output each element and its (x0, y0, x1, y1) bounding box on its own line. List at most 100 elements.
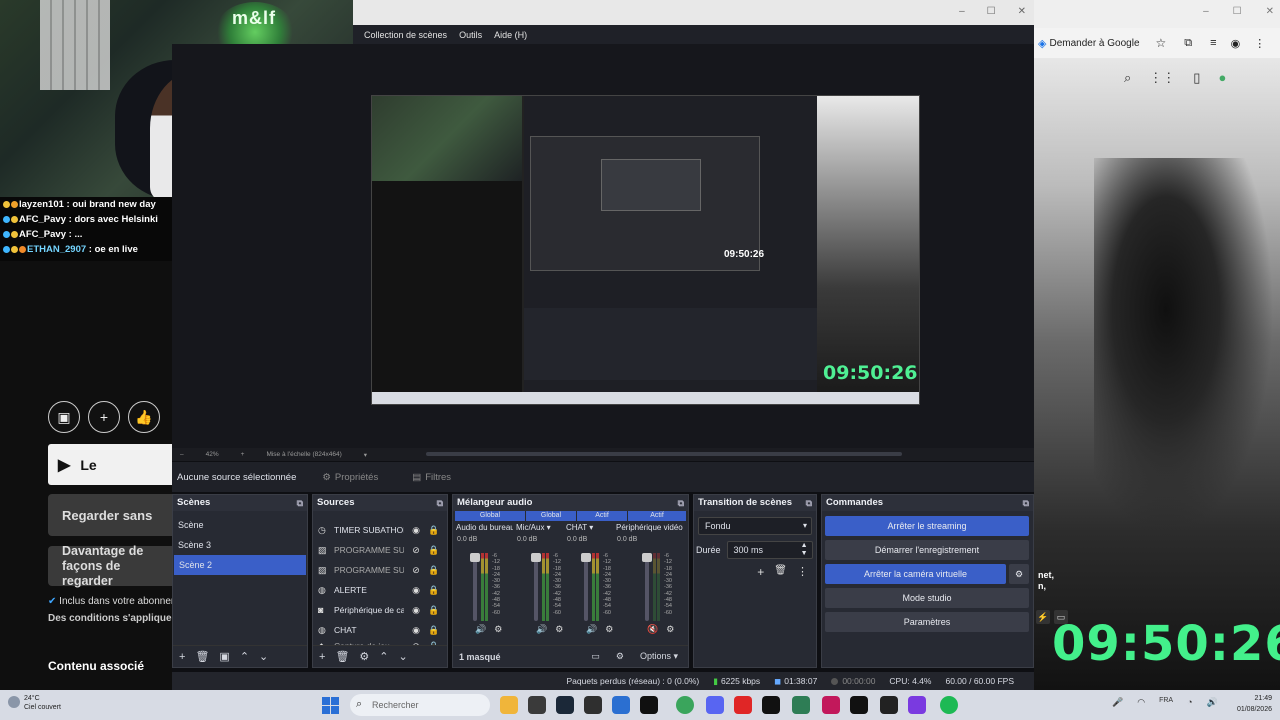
lang-indicator[interactable]: FRA (1159, 697, 1173, 708)
channel-name[interactable]: Périphérique vidéo (613, 523, 683, 532)
duration-input[interactable]: 300 ms ▲ ▼ (726, 541, 813, 559)
channel-name[interactable]: Audio du bureau ▾ (453, 523, 513, 532)
taskbar-app-icon[interactable] (528, 696, 546, 714)
muted-speaker-icon[interactable]: 🔇 (647, 624, 658, 635)
gear-icon[interactable]: ⚙ (616, 651, 624, 662)
taskbar-app-icon[interactable] (500, 696, 518, 714)
channel-name[interactable]: Mic/Aux ▾ (513, 523, 563, 532)
wifi-icon[interactable]: ◔ (1187, 697, 1192, 708)
maximize-icon[interactable]: ☐ (1233, 6, 1242, 17)
watch-free-button[interactable]: Regarder sans (48, 494, 172, 536)
channel-name[interactable]: CHAT ▾ (563, 523, 613, 532)
move-up-icon[interactable]: ⌃ (379, 650, 388, 663)
audio-app-icon[interactable] (792, 696, 810, 714)
volume-knob[interactable] (642, 553, 652, 562)
volume-slider[interactable] (473, 553, 477, 621)
extensions-icon[interactable]: ⧉ (1184, 37, 1192, 50)
clock-area[interactable]: 21:49 01/08/2026 (1237, 693, 1272, 715)
gear-icon[interactable]: ⚙ (359, 650, 369, 663)
gear-icon[interactable]: ⚙ (666, 624, 674, 635)
speaker-icon[interactable]: 🔊 (475, 624, 486, 635)
source-item[interactable]: ◍ ALERTE ◉ 🔒 (313, 580, 447, 600)
obs-icon[interactable] (584, 696, 602, 714)
add-icon[interactable]: + (88, 401, 120, 433)
lock-icon[interactable]: 🔒 (428, 565, 440, 576)
youtube-icon[interactable] (734, 696, 752, 714)
search-icon[interactable]: ⌕ (1124, 70, 1131, 86)
lock-icon[interactable]: 🔒 (428, 525, 440, 536)
popout-icon[interactable]: ⧉ (437, 495, 443, 511)
discord-icon[interactable] (706, 696, 724, 714)
gear-icon[interactable]: ⚙ (555, 624, 563, 635)
scale-label[interactable]: Mise à l'échelle (824x464) (266, 451, 341, 458)
add-icon[interactable]: + (319, 651, 325, 663)
taskbar-app-icon[interactable] (908, 696, 926, 714)
google-lens-icon[interactable]: ◈ (1038, 37, 1046, 50)
chrome-icon[interactable] (676, 696, 694, 714)
popout-icon[interactable]: ⧉ (806, 495, 812, 511)
source-item[interactable]: ◍ CHAT ◉ 🔒 (313, 620, 447, 640)
lock-icon[interactable]: 🔒 (428, 545, 440, 556)
volume-slider[interactable] (534, 553, 538, 621)
start-recording-button[interactable]: Démarrer l'enregistrement (825, 540, 1029, 560)
more-icon[interactable]: ⋮ (797, 565, 808, 579)
studio-mode-button[interactable]: Mode studio (825, 588, 1029, 608)
preview-canvas[interactable]: 09:50:26 09:50:26 (371, 95, 920, 405)
volume-slider[interactable] (645, 553, 649, 621)
lock-icon[interactable]: 🔒 (428, 625, 440, 636)
popout-icon[interactable]: ⧉ (1023, 495, 1029, 511)
taskbar-search[interactable]: ⌕ Rechercher (350, 694, 490, 716)
speaker-icon[interactable]: 🔊 (586, 624, 597, 635)
menu-help[interactable]: Aide (H) (494, 30, 527, 40)
eye-hidden-icon[interactable]: ⊘ (410, 545, 422, 556)
scene-item[interactable]: Scène 3 (173, 535, 307, 555)
options-button[interactable]: Options ▾ (640, 651, 678, 662)
settings-button[interactable]: Paramètres (825, 612, 1029, 632)
popout-icon[interactable]: ⧉ (678, 495, 684, 511)
stop-streaming-button[interactable]: Arrêter le streaming (825, 516, 1029, 536)
source-item[interactable]: ▨PROGRAMME SUBATHON⊘🔒 (313, 540, 447, 560)
source-item[interactable]: ◷ TIMER SUBATHON ◉ 🔒 (313, 520, 447, 540)
volume-knob[interactable] (470, 553, 480, 562)
eye-icon[interactable]: ◉ (410, 525, 422, 536)
more-ways-button[interactable]: Davantage de façons de regarder (48, 544, 172, 588)
menu-icon[interactable]: ⋮ (1254, 37, 1265, 50)
watch-button[interactable]: ▶ Le (48, 444, 172, 485)
zoom-level[interactable]: 42% (206, 451, 219, 458)
playlist-icon[interactable]: ≡ (1210, 37, 1216, 49)
trash-icon[interactable]: 🗑 (195, 650, 209, 663)
gear-icon[interactable]: ⚙ (494, 624, 502, 635)
lock-icon[interactable]: 🔒 (428, 585, 440, 596)
source-item[interactable]: ◙Périphérique de capture vidéo◉🔒 (313, 600, 447, 620)
scene-item-selected[interactable]: Scène 2 (174, 555, 306, 575)
close-icon[interactable]: ✕ (1018, 6, 1026, 17)
epic-games-icon[interactable] (880, 696, 898, 714)
clip-icon[interactable]: ▣ (48, 401, 80, 433)
taskbar-app-icon[interactable] (822, 696, 840, 714)
eye-icon[interactable]: ◉ (410, 605, 422, 616)
move-up-icon[interactable]: ⌃ (240, 650, 249, 663)
conditions-link[interactable]: Des conditions s'appliquent (48, 613, 172, 624)
speaker-icon[interactable]: 🔊 (1207, 697, 1218, 708)
horizontal-scrollbar[interactable] (426, 452, 902, 456)
add-icon[interactable]: + (757, 565, 764, 579)
minimize-icon[interactable]: – (959, 6, 965, 17)
hidden-count[interactable]: 1 masqué (459, 652, 501, 662)
menu-scene-collection[interactable]: Collection de scènes (364, 30, 447, 40)
like-icon[interactable]: 👍 (128, 401, 160, 433)
ask-google-button[interactable]: Demander à Google (1049, 38, 1139, 49)
network-icon[interactable]: ◠ (1137, 697, 1145, 708)
steam-icon[interactable] (556, 696, 574, 714)
star-icon[interactable]: ☆ (1156, 36, 1167, 50)
mic-icon[interactable]: 🎤 (1112, 697, 1123, 708)
menu-tools[interactable]: Outils (459, 30, 482, 40)
mail-icon[interactable] (612, 696, 630, 714)
windows-start-button[interactable] (322, 697, 339, 714)
minimize-icon[interactable]: – (1203, 6, 1209, 17)
eye-icon[interactable]: ◉ (410, 585, 422, 596)
volume-knob[interactable] (581, 553, 591, 562)
tiktok-icon[interactable] (762, 696, 780, 714)
maximize-icon[interactable]: ☐ (987, 6, 996, 17)
source-item[interactable]: ▨PROGRAMME SUBATHON⊘🔒 (313, 560, 447, 580)
chevron-down-icon[interactable]: ▾ (364, 451, 367, 459)
